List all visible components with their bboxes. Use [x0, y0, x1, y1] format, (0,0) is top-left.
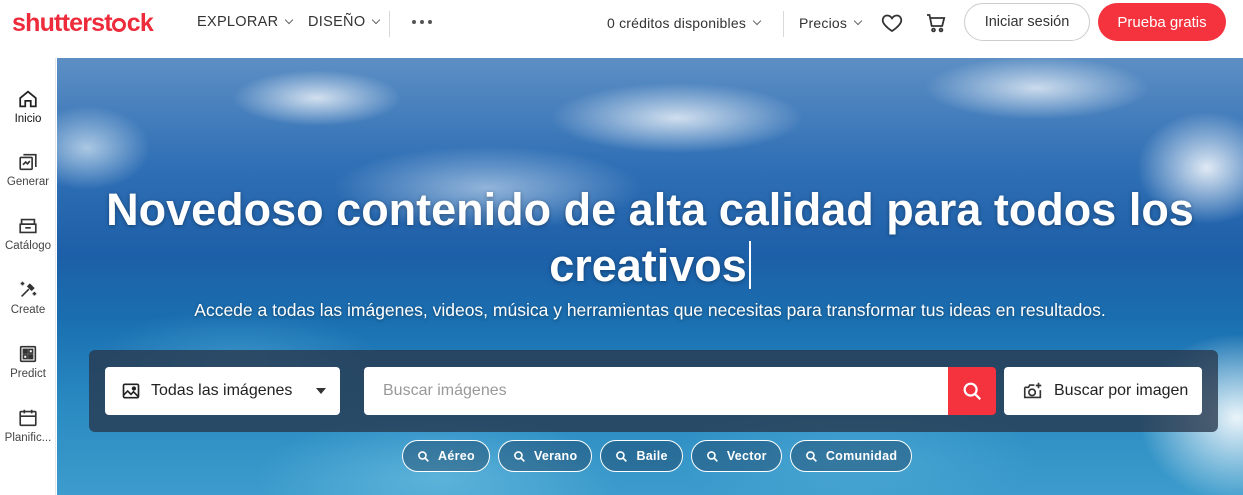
more-icon[interactable] — [412, 20, 432, 24]
search-by-image-button[interactable]: Buscar por imagen — [1004, 367, 1202, 415]
sidebar-item-inicio[interactable]: Inicio — [0, 88, 56, 125]
hero-title-line1: Novedoso contenido de alta calidad para … — [106, 184, 1194, 235]
home-icon — [19, 90, 37, 108]
text-cursor — [748, 241, 751, 289]
divider — [783, 11, 784, 37]
generate-icon — [19, 153, 37, 171]
credits-dropdown[interactable]: 0 créditos disponibles — [607, 15, 762, 31]
logo-text: shutterst ck — [12, 9, 154, 37]
search-by-image-label: Buscar por imagen — [1054, 382, 1189, 399]
prices-label: Precios — [799, 15, 848, 31]
sidebar-item-label: Catálogo — [4, 240, 52, 252]
caret-down-icon — [316, 388, 326, 394]
sidebar-item-label: Create — [10, 304, 46, 316]
nav-explorar[interactable]: EXPLORAR — [197, 14, 294, 30]
nav-diseno[interactable]: DISEÑO — [308, 14, 381, 30]
media-type-select[interactable]: Todas las imágenes — [105, 367, 340, 415]
search-icon — [706, 450, 718, 462]
nav-explorar-label: EXPLORAR — [197, 14, 279, 30]
chip-label: Aéreo — [438, 449, 475, 463]
chevron-down-icon — [372, 15, 381, 25]
sidebar-item-planificador[interactable]: Planific... — [0, 407, 56, 444]
search-icon — [514, 450, 525, 462]
search-input[interactable] — [364, 367, 948, 415]
sidebar-item-label: Predict — [10, 368, 46, 380]
image-icon — [122, 383, 140, 399]
chevron-down-icon — [285, 15, 294, 25]
search-button[interactable] — [948, 367, 996, 415]
hero-subtitle: Accede a todas las imágenes, videos, mús… — [194, 300, 1106, 320]
chip-comunidad[interactable]: Comunidad — [789, 440, 913, 472]
chip-vector[interactable]: Vector — [690, 440, 782, 472]
prices-dropdown[interactable]: Precios — [799, 15, 863, 31]
chip-label: Comunidad — [825, 449, 898, 463]
chip-baile[interactable]: Baile — [600, 440, 683, 472]
sidebar: Inicio Generar Catálogo Create Predict P… — [0, 58, 56, 495]
chip-label: Verano — [533, 449, 578, 463]
sidebar-item-label: Planific... — [4, 432, 52, 444]
media-type-label: Todas las imágenes — [151, 382, 293, 399]
sidebar-item-label: Inicio — [14, 113, 42, 125]
chevron-down-icon — [752, 16, 762, 26]
camera-icon — [1023, 382, 1042, 399]
chip-label: Vector — [726, 449, 767, 463]
divider — [389, 11, 390, 37]
chip-label: Baile — [636, 449, 668, 463]
nav-diseno-label: DISEÑO — [308, 14, 366, 30]
create-icon — [20, 281, 37, 298]
suggestion-chips: Aéreo Verano Baile Vector Comunidad — [402, 440, 913, 472]
sidebar-item-catalogo[interactable]: Catálogo — [0, 215, 56, 252]
hero-title: Novedoso contenido de alta calidad para … — [57, 182, 1243, 294]
shutterstock-logo[interactable]: shutterst ck — [12, 9, 154, 37]
search-icon — [963, 382, 982, 401]
credits-label: 0 créditos disponibles — [607, 15, 747, 31]
sidebar-item-predict[interactable]: Predict — [0, 343, 56, 380]
chip-verano[interactable]: Verano — [497, 440, 593, 472]
chevron-down-icon — [853, 16, 863, 26]
cart-icon[interactable] — [924, 11, 948, 35]
login-button[interactable]: Iniciar sesión — [964, 3, 1090, 41]
search-bar: Todas las imágenes Buscar por imagen — [89, 350, 1218, 432]
predict-icon — [19, 345, 37, 363]
sidebar-item-label: Generar — [6, 176, 50, 188]
calendar-icon — [19, 409, 37, 427]
hero-title-line2: creativos — [549, 240, 747, 291]
free-trial-button[interactable]: Prueba gratis — [1098, 3, 1226, 41]
search-icon — [418, 450, 429, 462]
sidebar-item-create[interactable]: Create — [0, 279, 56, 316]
catalog-icon — [19, 218, 37, 234]
search-icon — [616, 450, 628, 462]
top-bar: shutterst ck EXPLORAR DISEÑO 0 créditos d… — [0, 0, 1243, 48]
heart-icon[interactable] — [880, 11, 904, 35]
search-icon — [805, 450, 817, 462]
sidebar-item-generar[interactable]: Generar — [0, 151, 56, 188]
chip-aereo[interactable]: Aéreo — [402, 440, 490, 472]
hero-banner: Novedoso contenido de alta calidad para … — [57, 58, 1243, 495]
